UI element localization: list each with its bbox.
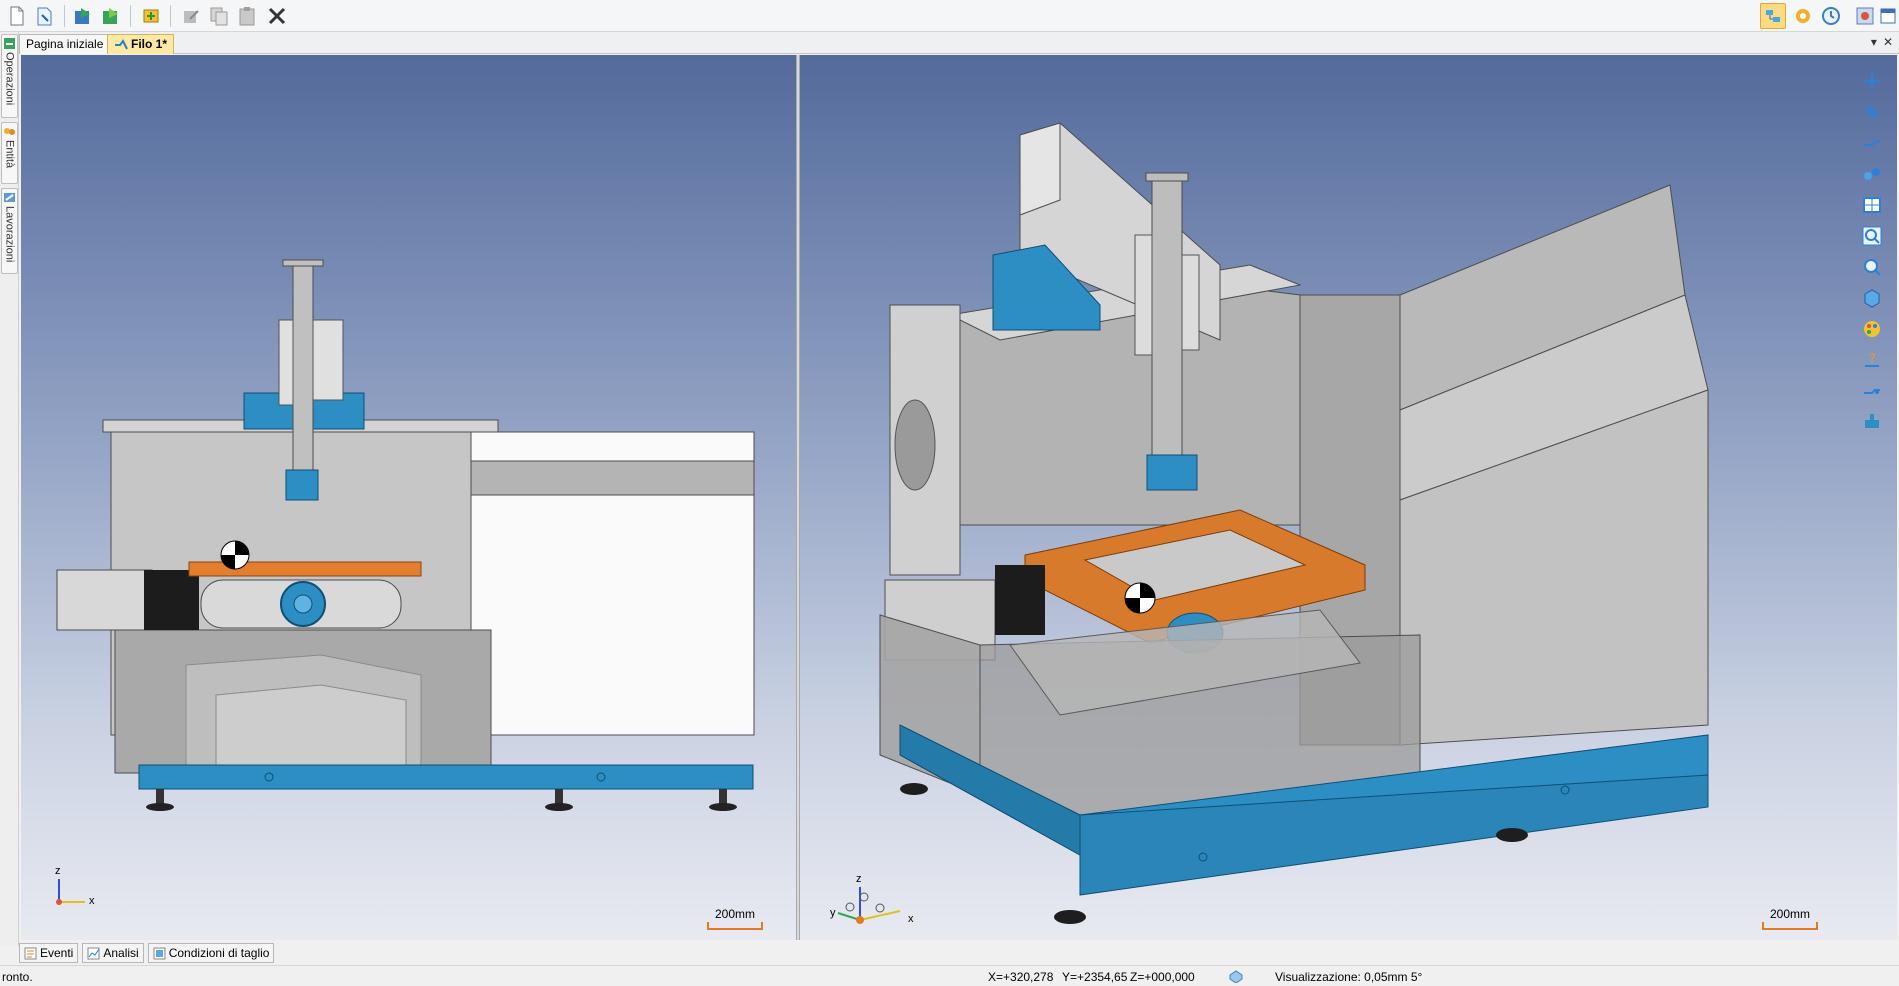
help-icon[interactable]: ? (1857, 344, 1887, 375)
axis-label-x: x (908, 913, 914, 925)
add-point-icon[interactable] (1857, 65, 1887, 96)
main-toolbar (0, 0, 1899, 32)
machining-icon (4, 193, 15, 202)
panel-icon[interactable] (1876, 3, 1899, 29)
compile-icon[interactable] (138, 3, 164, 29)
axis-label-z: z (55, 865, 61, 877)
snap-icon[interactable] (1228, 969, 1244, 986)
move-icon[interactable] (1857, 96, 1887, 127)
dock-tab-operazioni[interactable]: Operazioni (1, 34, 18, 118)
viewport-isometric[interactable]: z y x 200mm ? (800, 55, 1897, 940)
document-tab-strip: Pagina iniziale Filo 1* ▾ ✕ (19, 32, 1899, 54)
analysis-icon (87, 947, 100, 959)
new-document-icon[interactable] (4, 3, 30, 29)
dock-tab-entita[interactable]: Entità (1, 122, 18, 184)
clock-icon[interactable] (1818, 3, 1844, 29)
scale-bar: 200mm (707, 907, 763, 930)
settings-icon[interactable] (1852, 3, 1878, 29)
status-message: ronto. (2, 970, 33, 984)
wire-icon (115, 38, 128, 49)
wire-view-icon[interactable] (1760, 3, 1786, 29)
front-view-machine (56, 259, 755, 905)
bottom-panel-tabs: Eventi Analisi Condizioni di taglio (19, 943, 275, 963)
axis-label-x: x (89, 895, 95, 907)
status-bar: ronto. X=+320,278 Y=+2354,65 Z=+000,000 … (0, 965, 1899, 986)
close-document-icon[interactable]: ✕ (1883, 35, 1893, 49)
view-cube-icon[interactable] (1857, 282, 1887, 313)
machine-icon[interactable] (1857, 406, 1887, 437)
tab-analisi[interactable]: Analisi (82, 943, 144, 963)
coordinate-x: X=+320,278 (988, 970, 1054, 984)
scale-bar: 200mm (1762, 907, 1818, 930)
entities-icon (4, 128, 15, 135)
link-icon[interactable] (1857, 158, 1887, 189)
zoom-window-icon[interactable] (1857, 220, 1887, 251)
isometric-view-machine (837, 122, 1709, 924)
wire-path-icon[interactable] (1857, 127, 1887, 158)
cutting-conditions-icon (153, 947, 166, 959)
tab-list-dropdown-icon[interactable]: ▾ (1871, 35, 1877, 49)
open-document-icon[interactable] (32, 3, 58, 29)
coordinate-y: Y=+2354,65 (1062, 970, 1128, 984)
tab-eventi[interactable]: Eventi (19, 943, 79, 963)
layout-icon[interactable] (1857, 189, 1887, 220)
edit-icon[interactable] (178, 3, 204, 29)
events-icon (24, 947, 37, 959)
tab-condizioni-di-taglio[interactable]: Condizioni di taglio (147, 943, 275, 963)
axis-label-z: z (856, 873, 862, 885)
color-palette-icon[interactable] (1857, 313, 1887, 344)
save-icon[interactable] (70, 3, 96, 29)
operations-icon (4, 38, 15, 49)
left-dock: Operazioni Entità Lavorazioni (0, 32, 19, 946)
axis-label-y: y (830, 907, 836, 919)
wire-options-icon[interactable] (1857, 375, 1887, 406)
svg-text:?: ? (1869, 352, 1876, 367)
coordinate-z: Z=+000,000 (1130, 970, 1195, 984)
tab-pagina-iniziale[interactable]: Pagina iniziale (19, 34, 111, 54)
dock-tab-lavorazioni[interactable]: Lavorazioni (1, 188, 18, 274)
viewport-front[interactable]: z x 200mm (21, 55, 796, 940)
visualization-tolerance: Visualizzazione: 0,05mm 5° (1275, 970, 1423, 984)
copy-icon[interactable] (206, 3, 232, 29)
tab-filo-1[interactable]: Filo 1* (107, 34, 175, 54)
paste-icon[interactable] (234, 3, 260, 29)
zoom-icon[interactable] (1857, 251, 1887, 282)
delete-icon[interactable] (264, 3, 290, 29)
view-toolbar: ? (1857, 65, 1891, 437)
simulation-icon[interactable] (1790, 3, 1816, 29)
save-as-icon[interactable] (98, 3, 124, 29)
